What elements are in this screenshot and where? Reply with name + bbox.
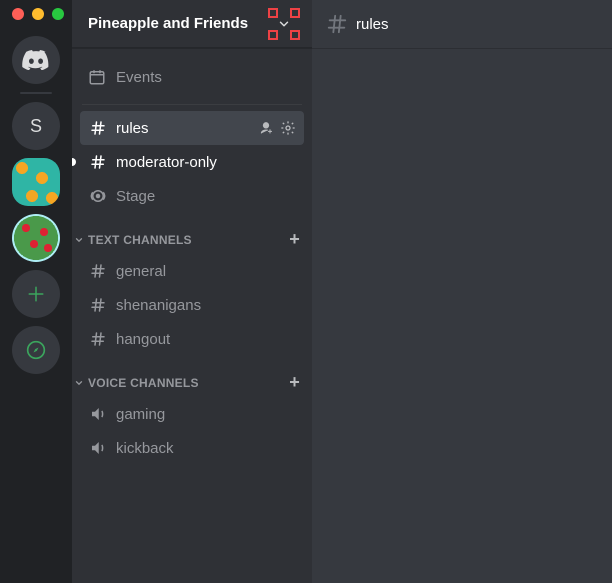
events-label: Events: [116, 69, 162, 86]
server-name: Pineapple and Friends: [88, 15, 248, 32]
plus-icon: [27, 285, 45, 303]
category-label: TEXT CHANNELS: [88, 233, 192, 247]
top-channel-list: rules moderator-only Stage: [72, 111, 312, 213]
hash-icon: [89, 262, 107, 280]
rail-divider: [20, 92, 52, 94]
category-header[interactable]: VOICE CHANNELS +: [72, 356, 312, 397]
server-initial: S: [30, 116, 42, 137]
channel-label: hangout: [116, 331, 296, 348]
channel-label: rules: [116, 120, 250, 137]
channel-type-icon: [88, 187, 108, 205]
create-invite-icon[interactable]: [258, 120, 274, 136]
add-channel-button[interactable]: +: [289, 372, 304, 393]
add-channel-button[interactable]: +: [289, 229, 304, 250]
hash-icon: [89, 296, 107, 314]
main-panel: rules: [312, 0, 612, 583]
window-controls: [12, 8, 64, 20]
channel-label: gaming: [116, 406, 296, 423]
hash-icon: [326, 13, 348, 35]
channel-label: shenanigans: [116, 297, 296, 314]
discord-logo-icon: [22, 50, 50, 70]
channel-shenanigans[interactable]: shenanigans: [80, 288, 304, 322]
channel-type-icon: [88, 153, 108, 171]
explore-servers-button[interactable]: [12, 326, 60, 374]
chevron-down-icon: [74, 378, 84, 388]
channel-label: Stage: [116, 188, 296, 205]
speaker-icon: [89, 405, 107, 423]
main-channel-name: rules: [356, 16, 389, 33]
stage-icon: [89, 187, 107, 205]
hash-icon: [89, 330, 107, 348]
window-close-button[interactable]: [12, 8, 24, 20]
category-header[interactable]: TEXT CHANNELS +: [72, 213, 312, 254]
events-row[interactable]: Events: [80, 60, 304, 94]
channel-kickback[interactable]: kickback: [80, 431, 304, 465]
channel-moderator-only[interactable]: moderator-only: [80, 145, 304, 179]
channel-Stage[interactable]: Stage: [80, 179, 304, 213]
hash-icon: [89, 119, 107, 137]
channel-type-icon: [88, 330, 108, 348]
channel-label: kickback: [116, 440, 296, 457]
server-rail: S: [0, 0, 72, 583]
add-server-button[interactable]: [12, 270, 60, 318]
channel-hangout[interactable]: hangout: [80, 322, 304, 356]
channel-list: general shenanigans hangout: [72, 254, 312, 356]
unread-indicator: [72, 158, 76, 166]
server-item-s[interactable]: S: [12, 102, 60, 150]
main-header: rules: [312, 0, 612, 48]
server-item-tree[interactable]: [12, 214, 60, 262]
channel-type-icon: [88, 405, 108, 423]
compass-icon: [26, 340, 46, 360]
divider: [82, 104, 302, 105]
server-dropdown-button[interactable]: [270, 10, 298, 38]
window-zoom-button[interactable]: [52, 8, 64, 20]
calendar-icon: [88, 68, 106, 86]
home-button[interactable]: [12, 36, 60, 84]
channel-label: general: [116, 263, 296, 280]
speaker-icon: [89, 439, 107, 457]
chevron-down-icon: [277, 17, 291, 31]
channel-gaming[interactable]: gaming: [80, 397, 304, 431]
channel-general[interactable]: general: [80, 254, 304, 288]
hash-icon: [89, 153, 107, 171]
categories: TEXT CHANNELS + general shenanigans hangout V…: [72, 213, 312, 465]
server-header[interactable]: Pineapple and Friends: [72, 0, 312, 48]
channel-type-icon: [88, 262, 108, 280]
window-minimize-button[interactable]: [32, 8, 44, 20]
channel-type-icon: [88, 119, 108, 137]
category-label: VOICE CHANNELS: [88, 376, 199, 390]
channel-type-icon: [88, 296, 108, 314]
chevron-down-icon: [74, 235, 84, 245]
channel-rules[interactable]: rules: [80, 111, 304, 145]
channel-sidebar: Pineapple and Friends Events rules modera…: [72, 0, 312, 583]
gear-icon[interactable]: [280, 120, 296, 136]
channel-label: moderator-only: [116, 154, 296, 171]
channel-list: gaming kickback: [72, 397, 312, 465]
server-item-pineapple[interactable]: [12, 158, 60, 206]
channel-type-icon: [88, 439, 108, 457]
